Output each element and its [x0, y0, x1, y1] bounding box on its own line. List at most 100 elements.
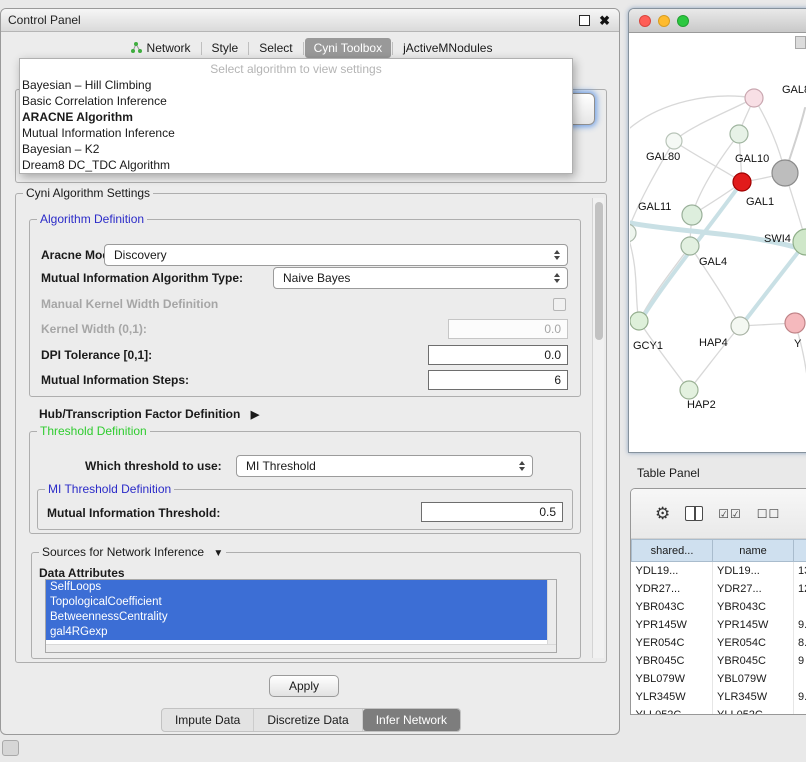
checked-boxes-icon[interactable]: ☑☑ [718, 507, 742, 521]
dpi-tolerance-field[interactable]: 0.0 [428, 345, 568, 365]
table-cell[interactable]: YDL19... [713, 562, 794, 581]
tab-infer-network[interactable]: Infer Network [363, 709, 460, 731]
network-node[interactable] [630, 224, 636, 242]
attribute-item[interactable]: gal4RGexp [46, 625, 547, 640]
list-vertical-scrollbar[interactable] [547, 580, 556, 645]
column-header[interactable] [794, 540, 806, 562]
tab-jactivemnodules[interactable]: jActiveMNodules [394, 38, 501, 58]
network-edge[interactable] [689, 326, 740, 390]
aracne-mode-select[interactable]: Discovery [104, 244, 568, 266]
table-row[interactable]: YBR045CYBR045C9 [632, 652, 806, 670]
hub-section-toggle[interactable]: Hub/Transcription Factor Definition ▶ [39, 406, 259, 423]
attribute-item[interactable]: SelfLoops [46, 580, 547, 595]
table-cell[interactable]: YPR145W [713, 616, 794, 634]
close-traffic-light[interactable] [639, 15, 651, 27]
network-node[interactable] [666, 133, 682, 149]
mi-steps-field[interactable]: 6 [428, 370, 568, 390]
which-threshold-select[interactable]: MI Threshold [236, 455, 533, 477]
panel-grip[interactable] [2, 740, 19, 756]
table-cell[interactable]: YER054C [632, 634, 713, 652]
network-node[interactable] [733, 173, 751, 191]
table-row[interactable]: YDL19...YDL19...13 [632, 562, 806, 581]
algorithm-option[interactable]: Dream8 DC_TDC Algorithm [20, 157, 572, 173]
network-window-titlebar[interactable] [629, 9, 806, 33]
table-cell[interactable]: YPR145W [632, 616, 713, 634]
network-edge[interactable] [674, 141, 742, 182]
table-row[interactable]: YBL079WYBL079W [632, 670, 806, 688]
network-node[interactable] [680, 381, 698, 399]
table-cell[interactable]: YBL079W [713, 670, 794, 688]
network-edge[interactable] [692, 134, 739, 215]
network-node[interactable] [681, 237, 699, 255]
table-cell[interactable] [794, 706, 806, 714]
column-header[interactable]: name [713, 540, 794, 562]
unchecked-boxes-icon[interactable]: ☐☐ [757, 507, 781, 521]
table-cell[interactable]: YBR043C [713, 598, 794, 616]
network-edge[interactable] [630, 96, 754, 128]
attribute-item[interactable]: TopologicalCoefficient [46, 595, 547, 610]
table-cell[interactable]: YBR045C [713, 652, 794, 670]
table-row[interactable]: YER054CYER054C8. [632, 634, 806, 652]
table-cell[interactable]: YBR043C [632, 598, 713, 616]
algorithm-option[interactable]: Bayesian – K2 [20, 141, 572, 157]
tab-select[interactable]: Select [250, 38, 301, 58]
table-cell[interactable]: 8. [794, 634, 806, 652]
table-cell[interactable]: YDR27... [713, 580, 794, 598]
table-cell[interactable]: 9 [794, 652, 806, 670]
table-cell[interactable]: YLR345W [713, 688, 794, 706]
algorithm-option[interactable]: Basic Correlation Inference [20, 93, 572, 109]
table-cell[interactable]: YER054C [713, 634, 794, 652]
table-cell[interactable] [794, 598, 806, 616]
table-cell[interactable]: YLL052C [713, 706, 794, 714]
kernel-width-field[interactable]: 0.0 [448, 319, 568, 339]
tab-impute-data[interactable]: Impute Data [162, 709, 254, 731]
table-cell[interactable]: YDR27... [632, 580, 713, 598]
table-row[interactable]: YDR27...YDR27...12 [632, 580, 806, 598]
table-row[interactable]: YBR043CYBR043C [632, 598, 806, 616]
table-row[interactable]: YLL052CYLL052C [632, 706, 806, 714]
algorithm-option[interactable]: Mutual Information Inference [20, 125, 572, 141]
apply-button[interactable]: Apply [269, 675, 339, 697]
network-node[interactable] [731, 317, 749, 335]
tab-discretize-data[interactable]: Discretize Data [254, 709, 362, 731]
column-header[interactable]: shared... [632, 540, 713, 562]
list-horizontal-scrollbar[interactable] [46, 644, 556, 652]
network-node[interactable] [730, 125, 748, 143]
float-window-icon[interactable] [579, 15, 590, 26]
table-cell[interactable]: YBR045C [632, 652, 713, 670]
network-node[interactable] [682, 205, 702, 225]
table-cell[interactable]: 9. [794, 688, 806, 706]
network-edge[interactable] [630, 233, 639, 321]
algorithm-option[interactable]: ARACNE Algorithm [20, 109, 572, 125]
table-cell[interactable]: 12 [794, 580, 806, 598]
data-attributes-list[interactable]: SelfLoopsTopologicalCoefficientBetweenne… [45, 579, 557, 653]
settings-scrollbar[interactable] [592, 198, 604, 658]
manual-kernel-checkbox[interactable] [553, 298, 566, 311]
algorithm-option[interactable]: Bayesian – Hill Climbing [20, 77, 572, 93]
tab-cyni-toolbox[interactable]: Cyni Toolbox [305, 38, 391, 58]
column-selector-icon[interactable] [685, 506, 703, 521]
tab-network[interactable]: Network [121, 38, 200, 58]
close-icon[interactable]: ✖ [599, 15, 610, 26]
table-cell[interactable]: 13 [794, 562, 806, 581]
mi-type-select[interactable]: Naive Bayes [273, 267, 568, 289]
mi-threshold-field[interactable]: 0.5 [421, 502, 563, 522]
minimize-traffic-light[interactable] [658, 15, 670, 27]
network-node[interactable] [793, 229, 806, 255]
network-node[interactable] [630, 312, 648, 330]
scrollbar-thumb[interactable] [595, 202, 603, 340]
table-cell[interactable]: YBL079W [632, 670, 713, 688]
table-cell[interactable]: YDL19... [632, 562, 713, 581]
table-cell[interactable] [794, 670, 806, 688]
attribute-item[interactable]: BetweennessCentrality [46, 610, 547, 625]
network-node[interactable] [745, 89, 763, 107]
table-row[interactable]: YPR145WYPR145W9. [632, 616, 806, 634]
control-panel-titlebar[interactable]: Control Panel ✖ [1, 9, 619, 32]
table-cell[interactable]: YLR345W [632, 688, 713, 706]
table-row[interactable]: YLR345WYLR345W9. [632, 688, 806, 706]
sources-section-toggle[interactable]: Sources for Network Inference ▼ [39, 545, 226, 559]
tab-style[interactable]: Style [203, 38, 248, 58]
settings-gear-icon[interactable]: ⚙ [655, 504, 670, 524]
network-node[interactable] [772, 160, 798, 186]
network-node[interactable] [785, 313, 805, 333]
